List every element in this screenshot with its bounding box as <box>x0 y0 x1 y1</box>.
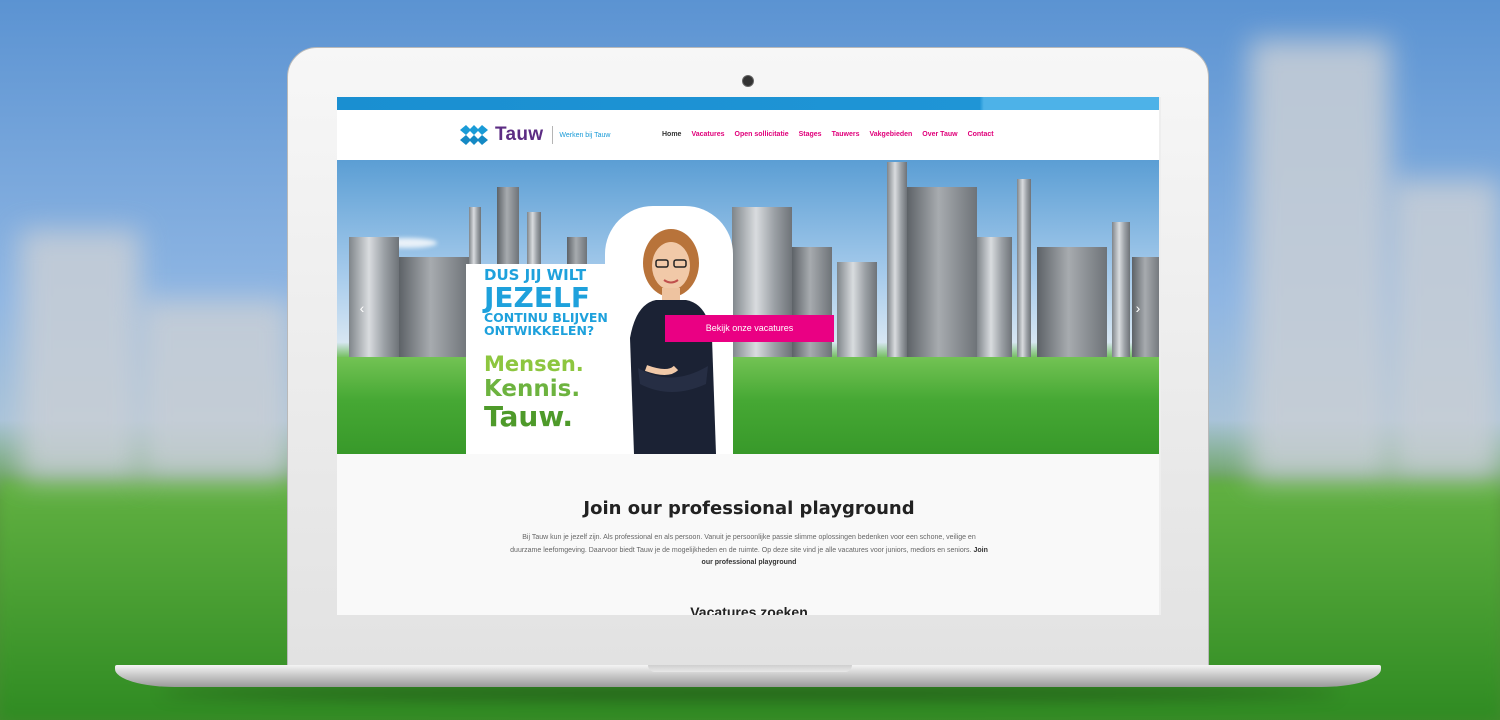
background-plant-right-2 <box>1390 180 1500 480</box>
plant-structure <box>977 237 1012 357</box>
next-section-heading: Vacatures zoeken <box>690 604 808 615</box>
background-plant-left-2 <box>140 300 290 480</box>
tagline-kennis: Kennis. <box>484 376 581 402</box>
webcam <box>742 75 754 87</box>
nav-home[interactable]: Home <box>662 131 681 138</box>
view-vacancies-button[interactable]: Bekijk onze vacatures <box>665 315 834 342</box>
intro-section: Join our professional playground Bij Tau… <box>337 454 1161 615</box>
nav-stages[interactable]: Stages <box>799 131 822 138</box>
background-plant-left <box>20 230 140 480</box>
nav-contact[interactable]: Contact <box>968 131 994 138</box>
tagline-mensen: Mensen. <box>484 352 584 376</box>
nav-tauwers[interactable]: Tauwers <box>832 131 860 138</box>
nav-over-tauw[interactable]: Over Tauw <box>922 131 957 138</box>
background-plant-right <box>1250 40 1390 480</box>
plant-structure <box>907 187 977 357</box>
hero-slogan: DUS JIJ WILT JEZELF CONTINU BLIJVEN ONTW… <box>484 268 608 337</box>
nav-open-sollicitatie[interactable]: Open sollicitatie <box>735 131 789 138</box>
intro-body: Bij Tauw kun je jezelf zijn. Als profess… <box>510 534 976 554</box>
intro-title: Join our professional playground <box>583 498 915 519</box>
logo-subtitle: Werken bij Tauw <box>559 131 611 139</box>
slogan-line-2: JEZELF <box>484 281 590 314</box>
slider-next-arrow[interactable]: › <box>1129 300 1147 316</box>
plant-structure <box>1112 222 1130 357</box>
screen-edge <box>1159 97 1161 615</box>
laptop-shadow <box>160 686 1340 700</box>
nav-vakgebieden[interactable]: Vakgebieden <box>869 131 912 138</box>
tauw-logo-icon <box>460 125 488 145</box>
plant-structure <box>1017 179 1031 357</box>
intro-text: Bij Tauw kun je jezelf zijn. Als profess… <box>509 532 989 570</box>
plant-structure <box>1037 247 1107 357</box>
plant-structure <box>887 162 907 357</box>
hero-slider: ‹ › DUS JIJ WILT JEZELF CONTINU BLIJVEN … <box>337 160 1161 454</box>
main-nav: Home Vacatures Open sollicitatie Stages … <box>662 131 1004 138</box>
top-color-bar <box>337 97 1161 110</box>
slogan-line-4: ONTWIKKELEN? <box>484 322 595 338</box>
plant-structure <box>837 262 877 357</box>
slider-prev-arrow[interactable]: ‹ <box>353 300 371 316</box>
nav-vacatures[interactable]: Vacatures <box>691 131 724 138</box>
laptop-screen: Tauw Werken bij Tauw Home Vacatures Open… <box>337 97 1161 615</box>
plant-structure <box>349 237 399 357</box>
tagline-tauw: Tauw. <box>484 400 574 433</box>
logo-divider <box>552 126 554 144</box>
logo[interactable]: Tauw Werken bij Tauw <box>459 122 610 148</box>
plant-structure <box>399 257 469 357</box>
hero-grass <box>337 357 1161 454</box>
logo-text: Tauw <box>495 124 544 145</box>
site-header: Tauw Werken bij Tauw Home Vacatures Open… <box>337 110 1161 160</box>
laptop-notch <box>648 665 852 672</box>
